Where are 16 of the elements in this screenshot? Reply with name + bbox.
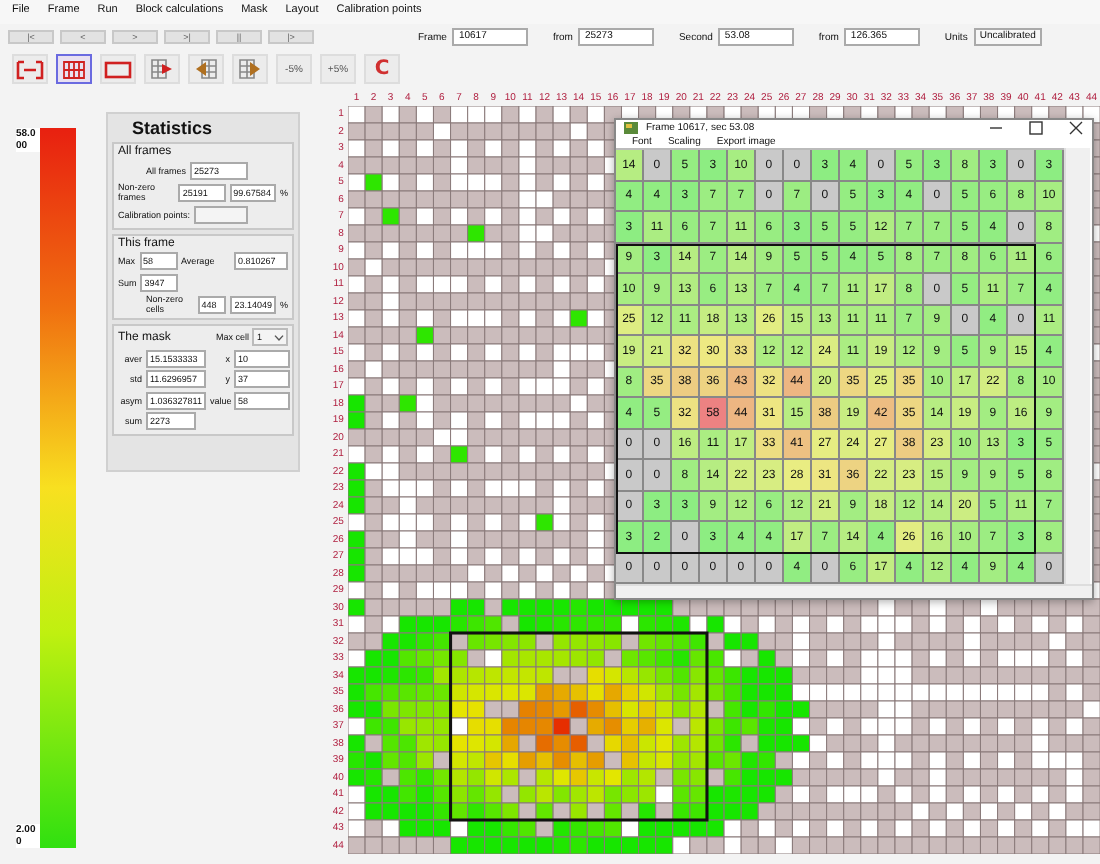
app-icon: [623, 122, 638, 135]
vertical-scrollbar[interactable]: [1063, 148, 1090, 585]
close-icon[interactable]: [1067, 120, 1084, 137]
chevron-down-icon: [274, 333, 284, 341]
grid-icon: [62, 59, 86, 79]
maximize-icon[interactable]: [1027, 120, 1044, 137]
horizontal-scrollbar[interactable]: [615, 584, 1092, 598]
grid-left-arrow-icon: [194, 58, 218, 80]
grid-right-arrow-icon: [238, 58, 262, 80]
panel-title: Statistics: [130, 118, 215, 138]
bracket-icon: [16, 59, 44, 79]
grid-arrow-icon: [150, 58, 174, 80]
value-field: [194, 205, 249, 223]
rectangle-icon: [104, 59, 132, 79]
tool-button[interactable]: [56, 54, 92, 84]
reset-button[interactable]: C: [364, 54, 400, 84]
